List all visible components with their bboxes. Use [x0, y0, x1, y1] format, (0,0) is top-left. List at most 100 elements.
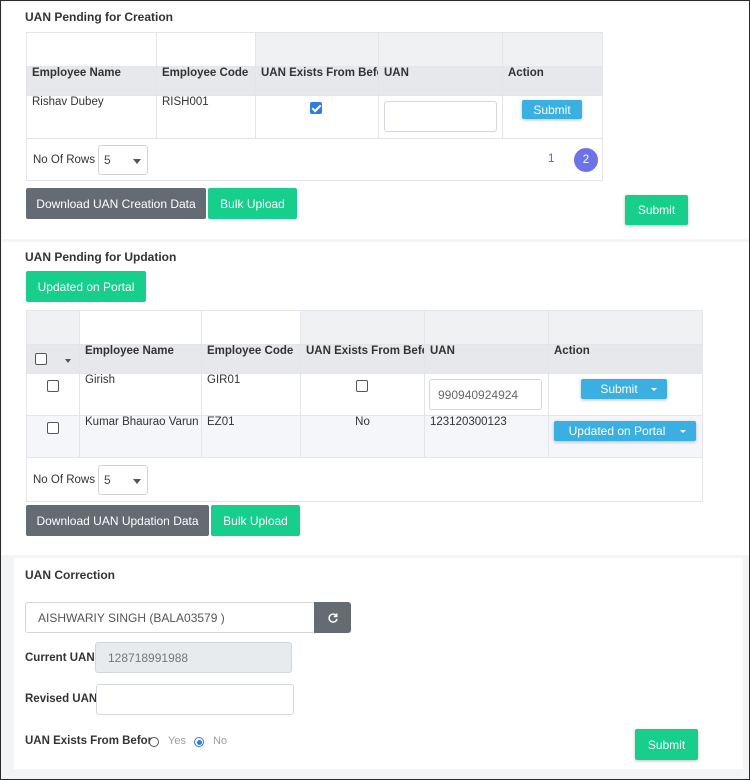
- page-frame: UAN Pending for Creation Employee Name E…: [0, 0, 750, 780]
- updation-table: Employee Name Employee Code UAN Exists F…: [26, 310, 703, 502]
- employee-code-cell: RISH001: [156, 95, 256, 139]
- filter-row: [26, 32, 603, 67]
- correction-submit-button[interactable]: Submit: [635, 729, 698, 760]
- filter-row: [26, 310, 703, 345]
- pagination-row: No Of Rows : 5 1 2: [26, 138, 603, 181]
- employee-code-cell: GIR01: [201, 373, 301, 416]
- column-header[interactable]: Employee Name: [26, 66, 157, 96]
- bulk-upload-button[interactable]: Bulk Upload: [208, 188, 297, 219]
- updation-title: UAN Pending for Updation: [25, 250, 177, 264]
- uan-exists-yes-label: Yes: [168, 735, 186, 747]
- download-creation-button[interactable]: Download UAN Creation Data: [26, 188, 206, 219]
- rows-per-page-label: No Of Rows :: [33, 154, 102, 166]
- filter-cell-exists: [255, 32, 379, 67]
- column-header: Action: [548, 344, 703, 374]
- uan-input[interactable]: [384, 101, 497, 132]
- refresh-icon: [327, 612, 338, 623]
- employee-search-input[interactable]: AISHWARIY SINGH (BALA03579 ): [25, 602, 315, 633]
- current-uan-field: 128718991988: [95, 642, 292, 673]
- select-all-checkbox[interactable]: [35, 353, 47, 365]
- updation-panel: UAN Pending for Updation Updated on Port…: [2, 242, 749, 555]
- filter-cell-select: [26, 310, 80, 345]
- pagination-row: No Of Rows : 5: [26, 457, 703, 502]
- filter-cell-uan: [378, 32, 503, 67]
- column-header[interactable]: UAN: [378, 66, 503, 96]
- page-link-2-active[interactable]: 2: [574, 148, 598, 172]
- row-updated-portal-dropdown-button[interactable]: Updated on Portal: [554, 421, 696, 441]
- row-select-checkbox[interactable]: [47, 422, 59, 434]
- creation-title: UAN Pending for Creation: [25, 10, 174, 24]
- table-header-row: Employee Name Employee Code UAN Exists F…: [26, 344, 703, 374]
- uan-exists-cell: No: [300, 415, 425, 458]
- uan-exists-checkbox[interactable]: [356, 380, 368, 392]
- row-select-checkbox[interactable]: [47, 380, 59, 392]
- page-link-1[interactable]: 1: [548, 153, 554, 165]
- chevron-down-icon: [651, 388, 657, 391]
- uan-exists-no-label: No: [213, 735, 228, 747]
- uan-exists-cell: [300, 373, 425, 416]
- column-header[interactable]: UAN Exists From Before: [300, 344, 425, 374]
- filter-cell-action: [502, 32, 603, 67]
- table-row: Kumar Bhaurao Varun EZ01 No 123120300123…: [26, 415, 703, 458]
- chevron-down-icon: [133, 159, 141, 164]
- filter-cell-uan: [424, 310, 549, 345]
- employee-name-cell: Girish: [79, 373, 202, 416]
- column-header[interactable]: Employee Code: [201, 344, 301, 374]
- action-cell: Submit: [502, 95, 603, 139]
- uan-cell: 123120300123: [424, 415, 549, 458]
- filter-cell-code[interactable]: [156, 32, 256, 67]
- row-submit-button[interactable]: Submit: [522, 100, 582, 119]
- uan-exists-label: UAN Exists From Before: [25, 735, 159, 747]
- correction-panel: UAN Correction AISHWARIY SINGH (BALA0357…: [14, 558, 743, 769]
- filter-cell-action: [548, 310, 703, 345]
- uan-exists-checkbox[interactable]: [310, 102, 322, 114]
- column-header: Action: [502, 66, 603, 96]
- filter-cell-exists: [300, 310, 425, 345]
- rows-per-page-value: 5: [104, 153, 111, 167]
- row-select-cell: [26, 415, 80, 458]
- action-cell: Updated on Portal: [548, 415, 703, 458]
- rows-per-page-value: 5: [104, 473, 111, 487]
- bulk-upload-button[interactable]: Bulk Upload: [211, 505, 300, 536]
- uan-cell: [378, 95, 503, 139]
- row-updated-portal-label: Updated on Portal: [568, 424, 666, 438]
- employee-name-cell: Kumar Bhaurao Varun: [79, 415, 202, 458]
- row-submit-label: Submit: [600, 382, 638, 396]
- uan-exists-yes-radio[interactable]: [149, 737, 159, 747]
- column-header[interactable]: UAN: [424, 344, 549, 374]
- refresh-employee-button[interactable]: [314, 602, 351, 633]
- uan-exists-cell: [255, 95, 379, 139]
- download-updation-button[interactable]: Download UAN Updation Data: [26, 505, 209, 536]
- select-all-header: [26, 344, 80, 374]
- revised-uan-input[interactable]: [96, 684, 294, 715]
- revised-uan-label: Revised UAN: [25, 693, 98, 705]
- chevron-down-icon: [133, 479, 141, 484]
- rows-per-page-label: No Of Rows :: [33, 474, 102, 486]
- correction-title: UAN Correction: [25, 568, 116, 582]
- column-header[interactable]: Employee Code: [156, 66, 256, 96]
- rows-per-page-select[interactable]: 5: [98, 145, 148, 175]
- row-submit-dropdown-button[interactable]: Submit: [581, 379, 667, 399]
- current-uan-label: Current UAN: [25, 652, 95, 664]
- creation-submit-button[interactable]: Submit: [625, 195, 688, 225]
- uan-cell: 990940924924: [424, 373, 549, 416]
- chevron-down-icon: [680, 430, 686, 433]
- updated-on-portal-button[interactable]: Updated on Portal: [26, 271, 146, 302]
- filter-cell-code[interactable]: [201, 310, 301, 345]
- filter-cell-name[interactable]: [26, 32, 157, 67]
- employee-code-cell: EZ01: [201, 415, 301, 458]
- table-row: Girish GIR01 990940924924 Submit: [26, 373, 703, 416]
- table-row: Rishav Dubey RISH001 Submit: [26, 95, 603, 139]
- action-cell: Submit: [548, 373, 703, 416]
- chevron-down-icon[interactable]: [65, 359, 71, 363]
- table-header-row: Employee Name Employee Code UAN Exists F…: [26, 66, 603, 96]
- rows-per-page-select[interactable]: 5: [98, 465, 148, 495]
- column-header[interactable]: UAN Exists From Before: [255, 66, 379, 96]
- uan-input[interactable]: 990940924924: [429, 379, 542, 410]
- filter-cell-name[interactable]: [79, 310, 202, 345]
- creation-panel: UAN Pending for Creation Employee Name E…: [2, 2, 749, 239]
- employee-name-cell: Rishav Dubey: [26, 95, 157, 139]
- uan-exists-no-radio[interactable]: [194, 737, 204, 747]
- column-header[interactable]: Employee Name: [79, 344, 202, 374]
- creation-table: Employee Name Employee Code UAN Exists F…: [26, 32, 603, 181]
